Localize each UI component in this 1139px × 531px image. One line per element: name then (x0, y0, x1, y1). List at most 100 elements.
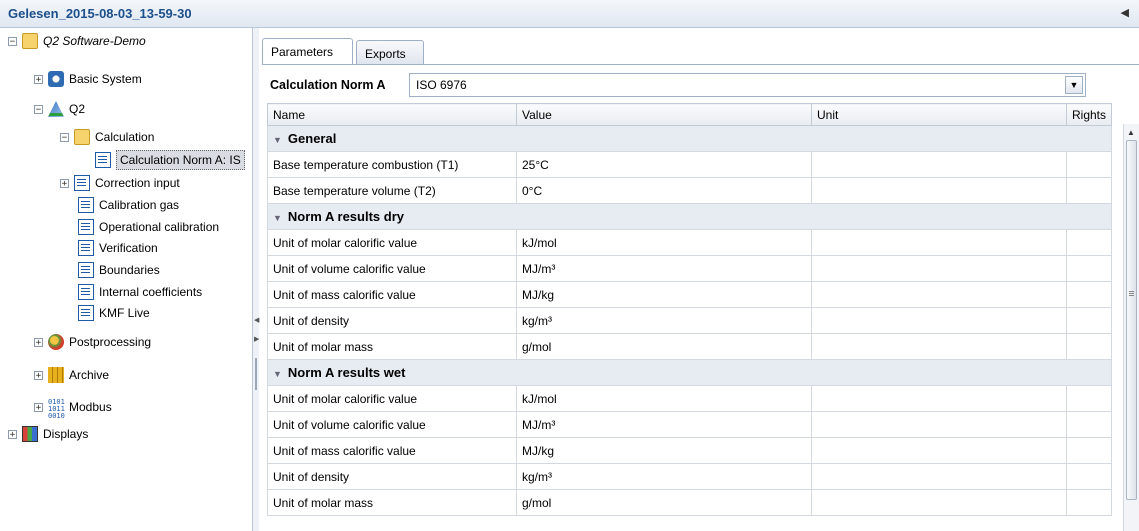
expand-toggle-icon[interactable]: + (34, 337, 43, 347)
list-icon (78, 240, 94, 256)
param-value[interactable]: MJ/m³ (516, 411, 812, 438)
table-row[interactable]: Unit of molar calorific value kJ/mol (267, 385, 1112, 412)
param-name: Unit of molar mass (267, 489, 517, 516)
scroll-up-icon[interactable]: ▲ (1127, 128, 1135, 137)
tab-parameters[interactable]: Parameters (262, 38, 353, 65)
tree-node-operational-calibration[interactable]: Operational calibration (78, 216, 219, 238)
table-row[interactable]: Base temperature combustion (T1) 25°C (267, 151, 1112, 178)
param-unit (811, 385, 1067, 412)
group-row-results-wet[interactable]: ▼ Norm A results wet (267, 359, 1112, 386)
chevron-down-icon[interactable]: ▼ (1065, 76, 1083, 94)
tree-label-calculation: Calculation (95, 130, 155, 144)
collapse-toggle-icon[interactable]: − (34, 104, 43, 114)
collapse-triangle-icon[interactable]: ▼ (273, 213, 282, 223)
group-row-general[interactable]: ▼ General (267, 125, 1112, 152)
param-rights (1066, 411, 1112, 438)
list-icon (78, 305, 94, 321)
table-row[interactable]: Base temperature volume (T2) 0°C (267, 177, 1112, 204)
tree-label-q2: Q2 (69, 102, 86, 116)
param-unit (811, 255, 1067, 282)
tree-node-boundaries[interactable]: Boundaries (78, 259, 160, 281)
norm-label: Calculation Norm A (270, 78, 386, 92)
group-title: Norm A results wet (287, 365, 406, 380)
param-name: Unit of mass calorific value (267, 437, 517, 464)
collapse-left-icon[interactable]: ◀ (1121, 6, 1129, 19)
tree-node-verification[interactable]: Verification (78, 237, 158, 259)
param-value[interactable]: 25°C (516, 151, 812, 178)
column-header-rights[interactable]: Rights (1066, 103, 1112, 126)
param-value[interactable]: g/mol (516, 489, 812, 516)
tree-node-basic-system[interactable]: + Basic System (34, 68, 142, 90)
expand-toggle-icon[interactable]: + (34, 402, 43, 412)
splitter-grip[interactable] (255, 358, 257, 390)
table-row[interactable]: Unit of mass calorific value MJ/kg (267, 281, 1112, 308)
column-header-value[interactable]: Value (516, 103, 812, 126)
table-row[interactable]: Unit of density kg/m³ (267, 463, 1112, 490)
collapse-triangle-icon[interactable]: ▼ (273, 369, 282, 379)
param-value[interactable]: MJ/kg (516, 437, 812, 464)
column-header-unit[interactable]: Unit (811, 103, 1067, 126)
tree-node-kmf-live[interactable]: KMF Live (78, 302, 150, 324)
tree-node-calculation-norm[interactable]: Calculation Norm A: IS (95, 149, 245, 171)
tree-node-internal-coefficients[interactable]: Internal coefficients (78, 281, 202, 303)
table-row[interactable]: Unit of molar mass g/mol (267, 333, 1112, 360)
tree-label-operational-calibration: Operational calibration (99, 220, 220, 234)
vertical-scrollbar[interactable]: ▲ (1123, 124, 1139, 531)
param-value[interactable]: g/mol (516, 333, 812, 360)
norm-select-value: ISO 6976 (416, 78, 467, 92)
param-value[interactable]: MJ/kg (516, 281, 812, 308)
tab-exports[interactable]: Exports (356, 40, 424, 65)
tree-node-calculation[interactable]: − Calculation (60, 126, 154, 148)
param-value[interactable]: 0°C (516, 177, 812, 204)
scrollbar-thumb[interactable] (1126, 140, 1137, 500)
collapse-triangle-icon[interactable]: ▼ (273, 135, 282, 145)
param-unit (811, 151, 1067, 178)
collapse-toggle-icon[interactable]: − (60, 132, 69, 142)
tree-node-calibration-gas[interactable]: Calibration gas (78, 194, 179, 216)
modbus-icon: 0101 1011 0010 (48, 398, 65, 420)
tree-node-displays[interactable]: + Displays (8, 423, 88, 445)
tree-node-q2[interactable]: − Q2 (34, 98, 85, 120)
param-value[interactable]: kg/m³ (516, 307, 812, 334)
tree-node-postprocessing[interactable]: + Postprocessing (34, 331, 151, 353)
param-rights (1066, 463, 1112, 490)
list-icon (78, 219, 94, 235)
param-unit (811, 411, 1067, 438)
tree-label-correction-input: Correction input (95, 176, 180, 190)
expand-toggle-icon[interactable]: + (34, 370, 43, 380)
param-unit (811, 437, 1067, 464)
param-name: Unit of molar calorific value (267, 385, 517, 412)
param-value[interactable]: kJ/mol (516, 385, 812, 412)
param-rights (1066, 307, 1112, 334)
tree-label-displays: Displays (43, 427, 89, 441)
expand-toggle-icon[interactable]: + (60, 178, 69, 188)
tree-node-root[interactable]: − Q2 Software-Demo (8, 30, 146, 52)
list-icon (74, 175, 90, 191)
norm-select[interactable]: ISO 6976 ▼ (409, 73, 1086, 97)
table-row[interactable]: Unit of molar mass g/mol (267, 489, 1112, 516)
table-row[interactable]: Unit of mass calorific value MJ/kg (267, 437, 1112, 464)
tree-node-archive[interactable]: + Archive (34, 364, 109, 386)
column-header-name[interactable]: Name (267, 103, 517, 126)
param-unit (811, 463, 1067, 490)
param-value[interactable]: MJ/m³ (516, 255, 812, 282)
param-value[interactable]: kg/m³ (516, 463, 812, 490)
postprocessing-icon (48, 334, 64, 350)
gear-icon (48, 71, 64, 87)
tree-label-kmf-live: KMF Live (99, 306, 150, 320)
param-rights (1066, 437, 1112, 464)
group-row-results-dry[interactable]: ▼ Norm A results dry (267, 203, 1112, 230)
table-row[interactable]: Unit of density kg/m³ (267, 307, 1112, 334)
collapse-toggle-icon[interactable]: − (8, 36, 17, 46)
panel-splitter[interactable]: ◀ ▶ (253, 28, 259, 531)
collapse-left-icon[interactable]: ◀ (254, 316, 259, 324)
tree-node-correction-input[interactable]: + Correction input (60, 172, 180, 194)
expand-toggle-icon[interactable]: + (8, 429, 17, 439)
table-row[interactable]: Unit of volume calorific value MJ/m³ (267, 411, 1112, 438)
param-value[interactable]: kJ/mol (516, 229, 812, 256)
expand-right-icon[interactable]: ▶ (254, 335, 259, 343)
expand-toggle-icon[interactable]: + (34, 74, 43, 84)
table-row[interactable]: Unit of molar calorific value kJ/mol (267, 229, 1112, 256)
table-row[interactable]: Unit of volume calorific value MJ/m³ (267, 255, 1112, 282)
tree-node-modbus[interactable]: + 0101 1011 0010 Modbus (34, 396, 112, 420)
